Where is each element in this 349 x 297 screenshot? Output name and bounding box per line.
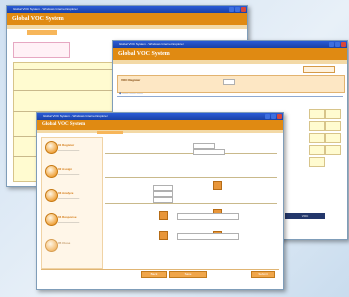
step-desc-4: ────────── (58, 220, 80, 224)
front-subbar (37, 130, 283, 133)
step-icon-5[interactable] (45, 239, 58, 252)
save-button[interactable]: Save (169, 271, 207, 278)
right-yellow-cell[interactable] (325, 109, 341, 119)
front-window[interactable]: Global VOC System - Windows Internet Exp… (36, 112, 284, 290)
app-title: Global VOC System (12, 16, 64, 22)
register-input[interactable] (223, 79, 235, 85)
step-icon-3[interactable] (45, 189, 58, 202)
right-yellow-cell[interactable] (309, 157, 325, 167)
step-label-5[interactable]: 05 Close (58, 241, 70, 245)
submit-button[interactable]: Submit (251, 271, 275, 278)
step-icon-1[interactable] (45, 141, 58, 154)
right-yellow-cell[interactable] (325, 133, 341, 143)
app-title: Global VOC System (42, 122, 86, 127)
step-desc-3: ────────── (58, 196, 80, 200)
step-desc-1: ────────── (58, 148, 80, 152)
maximize-icon[interactable] (335, 42, 340, 47)
close-icon[interactable] (241, 7, 246, 12)
step-icon-4[interactable] (45, 213, 58, 226)
form-divider (105, 203, 277, 204)
right-yellow-cell[interactable] (325, 145, 341, 155)
form-field[interactable] (193, 149, 225, 155)
form-field[interactable] (153, 197, 173, 203)
divider (117, 96, 343, 97)
comment-field[interactable] (177, 233, 239, 240)
close-icon[interactable] (341, 42, 346, 47)
bottom-divider (41, 269, 279, 270)
right-yellow-cell[interactable] (309, 145, 325, 155)
attach-icon[interactable] (213, 181, 222, 190)
right-yellow-cell[interactable] (325, 121, 341, 131)
back-app-header: Global VOC System (7, 13, 247, 25)
step-label-1[interactable]: 01 Register (58, 143, 74, 147)
attach-icon[interactable] (159, 211, 168, 220)
back-subbar (7, 25, 247, 29)
filter-row: ◆ ─── ─── ─── (119, 91, 143, 95)
middle-app-header: Global VOC System (113, 48, 347, 60)
minimize-icon[interactable] (265, 114, 270, 119)
right-yellow-cell[interactable] (309, 121, 325, 131)
right-yellow-cell[interactable] (309, 133, 325, 143)
close-icon[interactable] (277, 114, 282, 119)
front-window-title: Global VOC System - Windows Internet Exp… (43, 114, 108, 118)
back-window-title: Global VOC System - Windows Internet Exp… (13, 7, 78, 11)
step-label-3[interactable]: 03 Analyze (58, 191, 73, 195)
attach-icon[interactable] (159, 231, 168, 240)
middle-window-title: Global VOC System - Windows Internet Exp… (119, 42, 184, 46)
app-title: Global VOC System (118, 51, 170, 57)
form-area (105, 137, 277, 267)
form-divider (105, 177, 277, 178)
middle-subbar (113, 60, 347, 64)
comment-field[interactable] (177, 213, 239, 220)
back-button[interactable]: Back (141, 271, 167, 278)
middle-window-titlebar[interactable]: Global VOC System - Windows Internet Exp… (113, 41, 347, 48)
step-label-2[interactable]: 02 Assign (58, 167, 72, 171)
front-app-header: Global VOC System (37, 120, 283, 130)
maximize-icon[interactable] (271, 114, 276, 119)
middle-section-label: VOC Register (121, 78, 141, 82)
back-window-titlebar[interactable]: Global VOC System - Windows Internet Exp… (7, 6, 247, 13)
minimize-icon[interactable] (229, 7, 234, 12)
voc-tag: VOC (285, 213, 325, 219)
front-window-titlebar[interactable]: Global VOC System - Windows Internet Exp… (37, 113, 283, 120)
form-divider (105, 153, 277, 154)
step-desc-2: ────────── (58, 172, 80, 176)
right-yellow-cell[interactable] (309, 109, 325, 119)
header-button[interactable] (303, 66, 335, 73)
step-label-4[interactable]: 04 Response (58, 215, 77, 219)
maximize-icon[interactable] (235, 7, 240, 12)
minimize-icon[interactable] (329, 42, 334, 47)
front-tab[interactable] (97, 131, 123, 134)
search-panel (13, 42, 70, 58)
step-icon-2[interactable] (45, 165, 58, 178)
tab-top[interactable] (27, 30, 57, 35)
